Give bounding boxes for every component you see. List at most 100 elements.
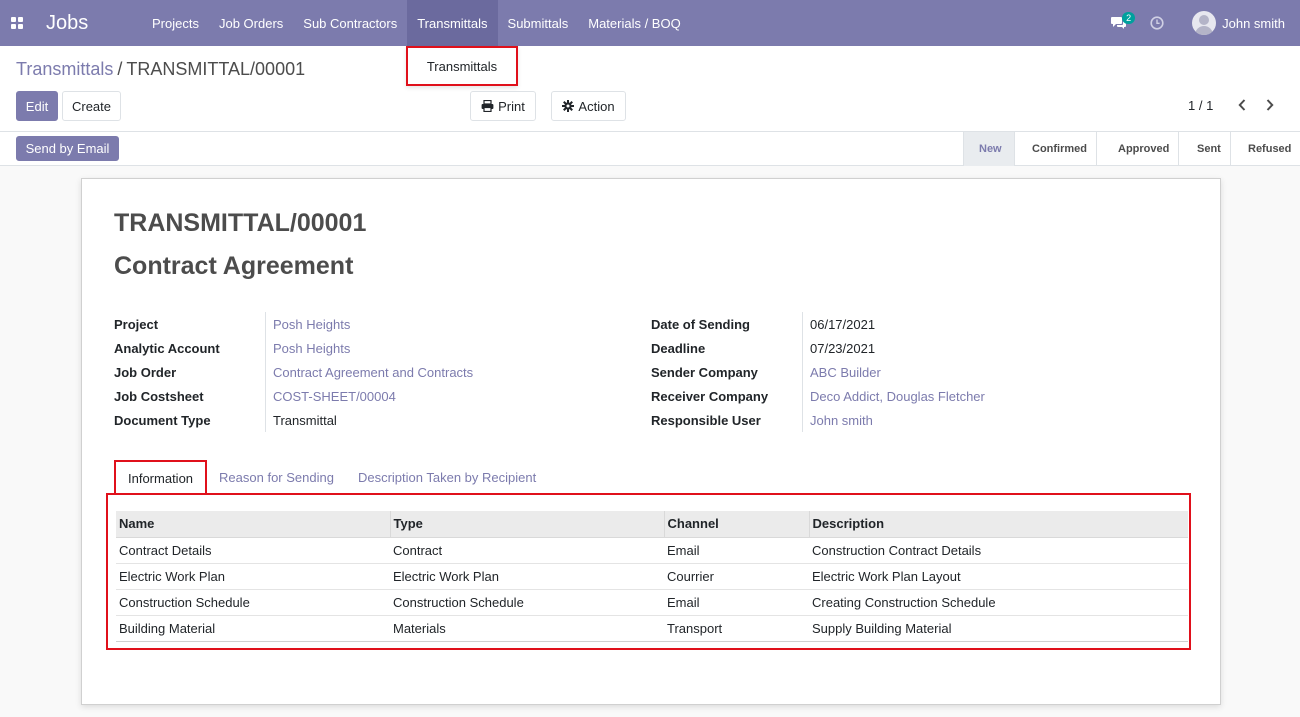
breadcrumb-separator: / bbox=[117, 59, 123, 79]
job-order-link[interactable]: Contract Agreement and Contracts bbox=[273, 365, 473, 380]
cell-description: Construction Contract Details bbox=[809, 536, 1188, 563]
column-header-type[interactable]: Type bbox=[389, 511, 664, 538]
create-button[interactable]: Create bbox=[62, 91, 121, 121]
analytic-account-link[interactable]: Posh Heights bbox=[273, 341, 350, 356]
navbar-systray: 2 John smith bbox=[1102, 0, 1300, 46]
messaging-button[interactable]: 2 bbox=[1102, 0, 1136, 46]
stage-pipeline: New Confirmed Approved Sent Refused bbox=[963, 132, 1300, 166]
sender-company-link[interactable]: ABC Builder bbox=[810, 365, 881, 380]
action-button[interactable]: Action bbox=[551, 91, 626, 121]
top-navbar: Jobs Projects Job Orders Sub Contractors… bbox=[0, 0, 1300, 46]
table-row[interactable]: Contract Details Contract Email Construc… bbox=[116, 536, 1188, 563]
column-header-description[interactable]: Description bbox=[808, 511, 1188, 538]
cell-type: Electric Work Plan bbox=[390, 562, 664, 589]
apps-grid-icon bbox=[11, 17, 23, 29]
field-date-of-sending: Date of Sending 06/17/2021 bbox=[651, 312, 1171, 336]
printer-icon bbox=[481, 100, 494, 112]
document-type-value: Transmittal bbox=[273, 412, 337, 428]
activity-button[interactable] bbox=[1140, 0, 1174, 46]
tab-reason-for-sending[interactable]: Reason for Sending bbox=[207, 460, 346, 494]
field-label: Sender Company bbox=[651, 364, 758, 380]
cell-type: Materials bbox=[390, 614, 664, 642]
field-label: Analytic Account bbox=[114, 340, 220, 356]
left-field-divider bbox=[265, 312, 266, 432]
column-header-channel[interactable]: Channel bbox=[663, 511, 809, 538]
table-row[interactable]: Construction Schedule Construction Sched… bbox=[116, 588, 1188, 615]
user-menu[interactable]: John smith bbox=[1192, 11, 1285, 35]
tab-description-taken-by-recipient[interactable]: Description Taken by Recipient bbox=[346, 460, 548, 494]
stage-new[interactable]: New bbox=[963, 132, 1014, 166]
app-brand[interactable]: Jobs bbox=[46, 12, 138, 35]
print-label: Print bbox=[498, 98, 525, 114]
transmittal-lines-table: Name Type Channel Description Contract D… bbox=[116, 511, 1188, 642]
left-field-group: Project Posh Heights Analytic Account Po… bbox=[114, 312, 634, 432]
chat-count-badge: 2 bbox=[1122, 12, 1136, 24]
notebook-tabs: Information Reason for Sending Descripti… bbox=[114, 460, 548, 494]
table-header-row: Name Type Channel Description bbox=[116, 511, 1188, 538]
cell-type: Construction Schedule bbox=[390, 588, 664, 615]
menu-item-projects[interactable]: Projects bbox=[142, 0, 209, 46]
project-link[interactable]: Posh Heights bbox=[273, 317, 350, 332]
apps-menu-button[interactable] bbox=[0, 0, 34, 46]
pager-next-button[interactable] bbox=[1260, 94, 1280, 116]
breadcrumb-current: TRANSMITTAL/00001 bbox=[126, 59, 306, 79]
table-row[interactable]: Building Material Materials Transport Su… bbox=[116, 614, 1188, 642]
field-job-order: Job Order Contract Agreement and Contrac… bbox=[114, 360, 634, 384]
receiver-company-link[interactable]: Deco Addict, Douglas Fletcher bbox=[810, 389, 985, 404]
tab-information[interactable]: Information bbox=[114, 460, 208, 494]
dropdown-item-transmittals[interactable]: Transmittals bbox=[427, 59, 497, 74]
cell-name: Electric Work Plan bbox=[116, 562, 390, 589]
menu-item-submittals[interactable]: Submittals bbox=[498, 0, 579, 46]
avatar bbox=[1192, 11, 1217, 35]
breadcrumb: Transmittals / TRANSMITTAL/00001 bbox=[16, 59, 305, 80]
action-label: Action bbox=[578, 98, 615, 114]
field-analytic-account: Analytic Account Posh Heights bbox=[114, 336, 634, 360]
pager-value[interactable]: 1 / 1 bbox=[1188, 98, 1213, 113]
print-button[interactable]: Print bbox=[470, 91, 536, 121]
field-responsible-user: Responsible User John smith bbox=[651, 408, 1171, 432]
cell-description: Creating Construction Schedule bbox=[809, 588, 1188, 615]
edit-button[interactable]: Edit bbox=[16, 91, 58, 121]
stage-approved[interactable]: Approved bbox=[1096, 132, 1178, 166]
cell-name: Construction Schedule bbox=[116, 588, 390, 615]
field-project: Project Posh Heights bbox=[114, 312, 634, 336]
field-deadline: Deadline 07/23/2021 bbox=[651, 336, 1171, 360]
cell-channel: Email bbox=[664, 588, 809, 615]
field-sender-company: Sender Company ABC Builder bbox=[651, 360, 1171, 384]
stage-confirmed[interactable]: Confirmed bbox=[1014, 132, 1096, 166]
field-label: Document Type bbox=[114, 412, 211, 428]
menu-item-materials-boq[interactable]: Materials / BOQ bbox=[578, 0, 690, 46]
cell-description: Supply Building Material bbox=[809, 614, 1188, 642]
cell-name: Building Material bbox=[116, 614, 390, 642]
column-header-name[interactable]: Name bbox=[116, 511, 390, 538]
cell-channel: Email bbox=[664, 536, 809, 563]
menu-item-transmittals[interactable]: Transmittals bbox=[407, 0, 498, 46]
form-statusbar: Send by Email New Confirmed Approved Sen… bbox=[0, 132, 1300, 166]
record-subject[interactable]: Contract Agreement bbox=[114, 252, 353, 281]
stage-refused[interactable]: Refused bbox=[1230, 132, 1300, 166]
control-panel: Transmittals / TRANSMITTAL/00001 Edit Crea… bbox=[0, 46, 1300, 132]
field-label: Responsible User bbox=[651, 412, 761, 428]
right-field-divider bbox=[802, 312, 803, 432]
breadcrumb-parent-link[interactable]: Transmittals bbox=[16, 59, 113, 79]
responsible-user-link[interactable]: John smith bbox=[810, 413, 873, 428]
table-row[interactable]: Electric Work Plan Electric Work Plan Co… bbox=[116, 562, 1188, 589]
send-by-email-button[interactable]: Send by Email bbox=[16, 136, 119, 161]
cell-channel: Courrier bbox=[664, 562, 809, 589]
job-costsheet-link[interactable]: COST-SHEET/00004 bbox=[273, 389, 396, 404]
right-field-group: Date of Sending 06/17/2021 Deadline 07/2… bbox=[651, 312, 1171, 432]
date-of-sending-value: 06/17/2021 bbox=[810, 316, 876, 332]
field-label: Deadline bbox=[651, 340, 706, 356]
record-name: TRANSMITTAL/00001 bbox=[114, 209, 367, 237]
cell-description: Electric Work Plan Layout bbox=[809, 562, 1188, 589]
user-name: John smith bbox=[1222, 15, 1285, 31]
field-job-costsheet: Job Costsheet COST-SHEET/00004 bbox=[114, 384, 634, 408]
main-menu: Projects Job Orders Sub Contractors Tran… bbox=[142, 0, 691, 46]
pager-previous-button[interactable] bbox=[1232, 94, 1252, 116]
menu-item-job-orders[interactable]: Job Orders bbox=[209, 0, 293, 46]
deadline-value: 07/23/2021 bbox=[810, 340, 876, 356]
field-label: Job Costsheet bbox=[114, 388, 204, 404]
menu-item-sub-contractors[interactable]: Sub Contractors bbox=[293, 0, 407, 46]
chevron-right-icon bbox=[1266, 99, 1274, 111]
stage-sent[interactable]: Sent bbox=[1178, 132, 1230, 166]
